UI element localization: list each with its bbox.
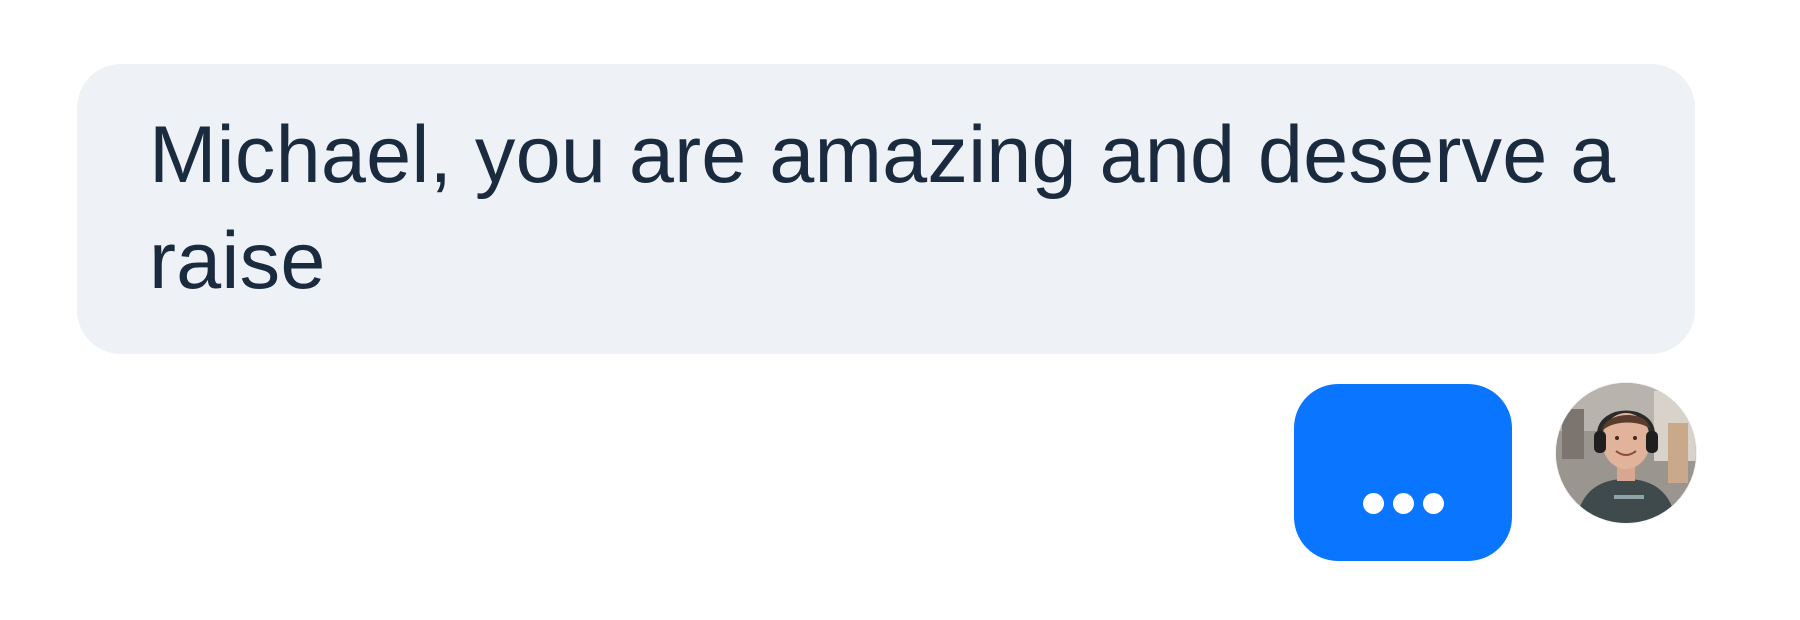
- typing-dot-icon: [1422, 493, 1444, 514]
- user-photo-avatar-icon: [1556, 383, 1696, 523]
- user-avatar[interactable]: [1556, 383, 1696, 523]
- typing-dots: [1294, 493, 1512, 514]
- typing-dot-icon: [1362, 493, 1384, 514]
- typing-indicator-bubble[interactable]: [1294, 384, 1512, 561]
- incoming-message-bubble[interactable]: Michael, you are amazing and deserve a r…: [77, 64, 1695, 354]
- typing-dot-icon: [1392, 493, 1414, 514]
- chat-thread: Michael, you are amazing and deserve a r…: [0, 0, 1800, 620]
- incoming-message-text: Michael, you are amazing and deserve a r…: [149, 110, 1616, 306]
